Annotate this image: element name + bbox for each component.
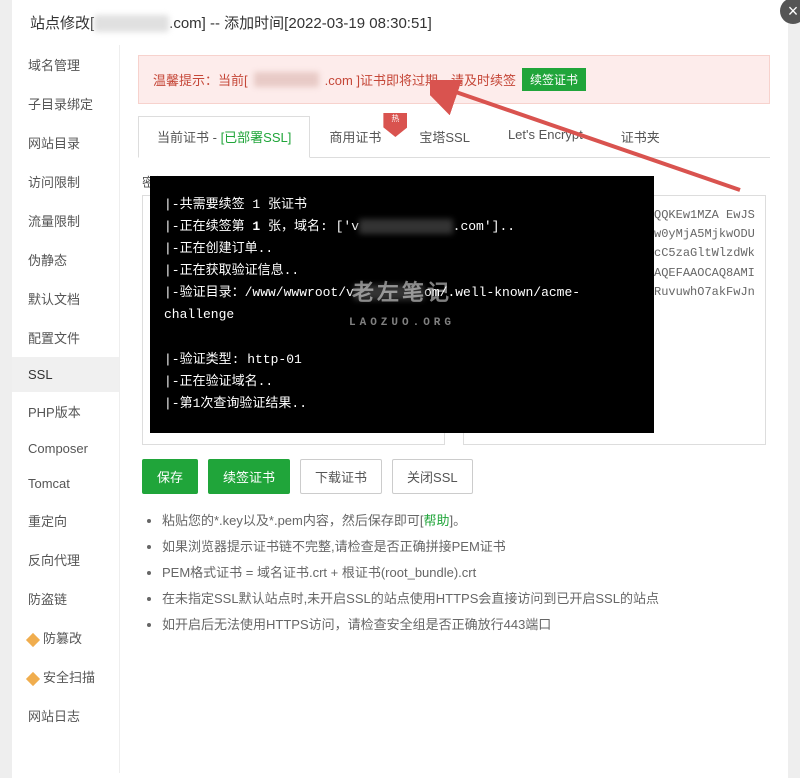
cert-expiry-alert: 温馨提示：当前[ xxxxxxxxxx .com ]证书即将过期，请及时续签 续…	[138, 55, 770, 104]
sidebar-item-composer[interactable]: Composer	[12, 431, 119, 466]
tab-commercial[interactable]: 商用证书热	[310, 116, 400, 157]
alert-prefix: 温馨提示：当前[	[153, 70, 248, 89]
terminal-line: |-共需要续签 1 张证书	[164, 194, 640, 216]
close-ssl-button[interactable]: 关闭SSL	[392, 459, 473, 494]
download-button[interactable]: 下载证书	[300, 459, 382, 494]
sidebar-item-ssl[interactable]: SSL	[12, 357, 119, 392]
note-item: PEM格式证书 = 域名证书.crt + 根证书(root_bundle).cr…	[162, 560, 766, 586]
renew-cert-button[interactable]: 续签证书	[522, 68, 586, 91]
note-item: 粘贴您的*.key以及*.pem内容，然后保存即可[帮助]。	[162, 508, 766, 534]
sidebar-item-access[interactable]: 访问限制	[12, 162, 119, 201]
renewal-terminal: |-共需要续签 1 张证书 |-正在续签第 1 张，域名: ['vxxxxxxx…	[150, 176, 654, 433]
sidebar-item-proxy[interactable]: 反向代理	[12, 540, 119, 579]
diamond-icon	[26, 671, 40, 685]
sidebar-item-config[interactable]: 配置文件	[12, 318, 119, 357]
sidebar-item-log[interactable]: 网站日志	[12, 696, 119, 735]
terminal-line: |-正在获取验证信息..	[164, 260, 640, 282]
sidebar-item-webdir[interactable]: 网站目录	[12, 123, 119, 162]
sidebar-item-php[interactable]: PHP版本	[12, 392, 119, 431]
sidebar-item-scan[interactable]: 安全扫描	[12, 657, 119, 696]
sidebar-item-traffic[interactable]: 流量限制	[12, 201, 119, 240]
tab-current-cert[interactable]: 当前证书 - [已部署SSL]	[138, 116, 310, 158]
terminal-line	[164, 327, 640, 349]
diamond-icon	[26, 632, 40, 646]
terminal-line: |-验证类型: http-01	[164, 349, 640, 371]
tab-letsencrypt[interactable]: Let's Encrypt	[489, 116, 602, 157]
terminal-line: |-正在续签第 1 张，域名: ['vxxxxxxxxxxxx.com']..	[164, 216, 640, 238]
save-button[interactable]: 保存	[142, 459, 198, 494]
sidebar-item-domain[interactable]: 域名管理	[12, 45, 119, 84]
ssl-notes: 粘贴您的*.key以及*.pem内容，然后保存即可[帮助]。 如果浏览器提示证书…	[142, 508, 766, 638]
title-domain-mask: xxxxxxxxxx	[94, 15, 169, 32]
note-item: 如开启后无法使用HTTPS访问，请检查安全组是否正确放行443端口	[162, 612, 766, 638]
renew-button[interactable]: 续签证书	[208, 459, 290, 494]
sidebar-item-defaultdoc[interactable]: 默认文档	[12, 279, 119, 318]
sidebar: 域名管理 子目录绑定 网站目录 访问限制 流量限制 伪静态 默认文档 配置文件 …	[12, 45, 120, 773]
terminal-line: |-验证目录：/www/wwwroot/vxxxxxxxxxom/.well-k…	[164, 282, 640, 326]
alert-suffix: .com ]证书即将过期，请及时续签	[325, 70, 516, 89]
ssl-tabs: 当前证书 - [已部署SSL] 商用证书热 宝塔SSL Let's Encryp…	[138, 116, 770, 158]
sidebar-item-tamper[interactable]: 防篡改	[12, 618, 119, 657]
sidebar-item-redirect[interactable]: 重定向	[12, 501, 119, 540]
note-item: 如果浏览器提示证书链不完整,请检查是否正确拼接PEM证书	[162, 534, 766, 560]
note-item: 在未指定SSL默认站点时,未开启SSL的站点使用HTTPS会直接访问到已开启SS…	[162, 586, 766, 612]
alert-domain-mask: xxxxxxxxxx	[254, 72, 319, 87]
terminal-line: |-正在验证域名..	[164, 371, 640, 393]
help-link[interactable]: 帮助	[423, 513, 449, 528]
terminal-line: |-第1次查询验证结果..	[164, 393, 640, 415]
tab-cert-folder[interactable]: 证书夹	[602, 116, 679, 157]
sidebar-item-tomcat[interactable]: Tomcat	[12, 466, 119, 501]
sidebar-item-subdir[interactable]: 子目录绑定	[12, 84, 119, 123]
sidebar-item-hotlink[interactable]: 防盗链	[12, 579, 119, 618]
tab-bt-ssl[interactable]: 宝塔SSL	[400, 116, 489, 157]
sidebar-item-rewrite[interactable]: 伪静态	[12, 240, 119, 279]
terminal-line: |-正在创建订单..	[164, 238, 640, 260]
modal-title: 站点修改[xxxxxxxxxx.com] -- 添加时间[2022-03-19 …	[12, 0, 788, 45]
